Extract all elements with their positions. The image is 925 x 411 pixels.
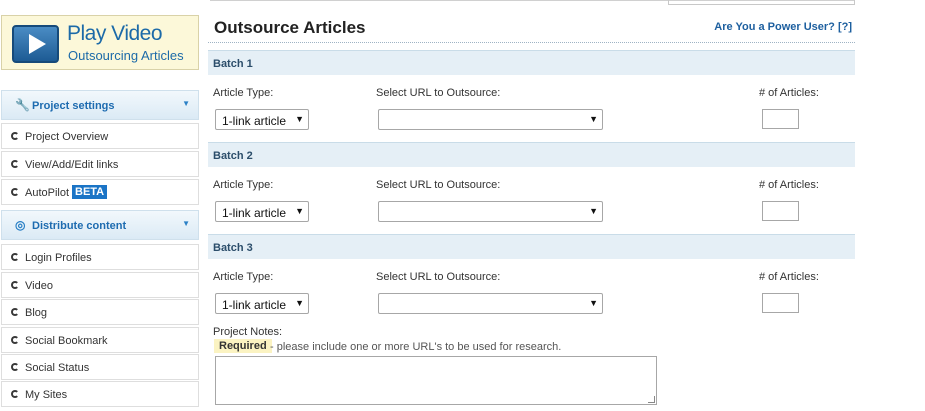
section-project-settings[interactable]: 🔧 Project settings ▼	[1, 90, 199, 120]
section-label: Distribute content	[32, 220, 127, 232]
sidebar-item-view-add-edit-links[interactable]: View/Add/Edit links	[1, 151, 199, 177]
url-label: Select URL to Outsource:	[376, 179, 501, 191]
url-select[interactable]: ▼	[378, 109, 603, 130]
sidebar: Play Video Outsourcing Articles 🔧 Projec…	[0, 15, 200, 411]
article-type-label: Article Type:	[213, 179, 274, 191]
dropdown-arrow-icon: ▼	[589, 298, 598, 308]
article-type-select[interactable]: 1-link article ▼	[215, 109, 309, 130]
batch-header: Batch 1	[208, 50, 855, 75]
sidebar-item-blog[interactable]: Blog	[1, 299, 199, 325]
resize-handle-icon[interactable]	[648, 396, 655, 403]
top-search-box-edge	[668, 0, 855, 5]
sidebar-item-video[interactable]: Video	[1, 272, 199, 298]
url-select[interactable]: ▼	[378, 201, 603, 222]
beta-badge: BETA	[72, 185, 108, 199]
article-count-input[interactable]	[762, 293, 799, 313]
dropdown-arrow-icon: ▼	[589, 114, 598, 124]
article-type-value: 1-link article	[222, 298, 287, 312]
dropdown-arrow-icon: ▼	[295, 206, 304, 216]
sidebar-item-label: Social Status	[25, 362, 90, 374]
dropdown-arrow-icon: ▼	[295, 114, 304, 124]
video-subtitle: Outsourcing Articles	[68, 48, 184, 63]
dropdown-arrow-icon: ▼	[589, 206, 598, 216]
video-title: Play Video	[67, 22, 163, 45]
article-count-input[interactable]	[762, 109, 799, 129]
sidebar-item-label: Video	[25, 280, 53, 292]
sidebar-item-project-overview[interactable]: Project Overview	[1, 123, 199, 149]
circle-arrow-icon	[11, 390, 19, 398]
play-video-banner[interactable]: Play Video Outsourcing Articles	[1, 15, 199, 70]
sidebar-item-login-profiles[interactable]: Login Profiles	[1, 244, 199, 270]
sidebar-item-autopilot[interactable]: AutoPilot BETA	[1, 179, 199, 205]
count-label: # of Articles:	[759, 271, 819, 283]
circle-arrow-icon	[11, 132, 19, 140]
sidebar-item-label: Project Overview	[25, 131, 109, 143]
url-label: Select URL to Outsource:	[376, 271, 501, 283]
count-label: # of Articles:	[759, 179, 819, 191]
sidebar-item-label: AutoPilot	[25, 187, 70, 199]
circle-arrow-icon	[11, 308, 19, 316]
section-label: Project settings	[32, 100, 115, 112]
title-divider	[208, 42, 855, 43]
wrench-icon: 🔧	[15, 98, 30, 112]
sidebar-item-label: View/Add/Edit links	[25, 159, 119, 171]
batch-header: Batch 3	[208, 234, 855, 259]
article-type-select[interactable]: 1-link article ▼	[215, 201, 309, 222]
dropdown-arrow-icon: ▼	[295, 298, 304, 308]
chevron-down-icon[interactable]: ▼	[182, 99, 190, 108]
sidebar-item-my-sites[interactable]: My Sites	[1, 381, 199, 407]
batch-header: Batch 2	[208, 142, 855, 167]
batch-title: Batch 1	[213, 58, 253, 70]
project-notes-label: Project Notes:	[213, 326, 283, 338]
main-content: Outsource Articles Are You a Power User?…	[208, 15, 855, 411]
url-select[interactable]: ▼	[378, 293, 603, 314]
power-user-link[interactable]: Are You a Power User? [?]	[714, 21, 852, 33]
sidebar-item-social-bookmark[interactable]: Social Bookmark	[1, 327, 199, 353]
required-hint: - please include one or more URL's to be…	[270, 341, 562, 353]
page-title: Outsource Articles	[214, 18, 366, 37]
batch-title: Batch 2	[213, 150, 253, 162]
article-type-label: Article Type:	[213, 87, 274, 99]
chevron-down-icon[interactable]: ▼	[182, 219, 190, 228]
sidebar-item-social-status[interactable]: Social Status	[1, 354, 199, 380]
batch-title: Batch 3	[213, 242, 253, 254]
article-type-value: 1-link article	[222, 114, 287, 128]
target-icon: ◎	[15, 218, 26, 232]
circle-arrow-icon	[11, 281, 19, 289]
circle-arrow-icon	[11, 160, 19, 168]
article-type-value: 1-link article	[222, 206, 287, 220]
circle-arrow-icon	[11, 363, 19, 371]
circle-arrow-icon	[11, 188, 19, 196]
article-count-input[interactable]	[762, 201, 799, 221]
article-type-label: Article Type:	[213, 271, 274, 283]
play-icon[interactable]	[12, 25, 59, 63]
section-distribute-content[interactable]: ◎ Distribute content ▼	[1, 210, 199, 240]
circle-arrow-icon	[11, 336, 19, 344]
sidebar-item-label: Login Profiles	[25, 252, 92, 264]
project-notes-textarea[interactable]	[215, 356, 657, 405]
sidebar-item-label: Social Bookmark	[25, 335, 108, 347]
sidebar-item-label: Blog	[25, 307, 48, 319]
sidebar-item-label: My Sites	[25, 389, 68, 401]
article-type-select[interactable]: 1-link article ▼	[215, 293, 309, 314]
required-badge: Required	[214, 339, 272, 353]
url-label: Select URL to Outsource:	[376, 87, 501, 99]
count-label: # of Articles:	[759, 87, 819, 99]
circle-arrow-icon	[11, 253, 19, 261]
